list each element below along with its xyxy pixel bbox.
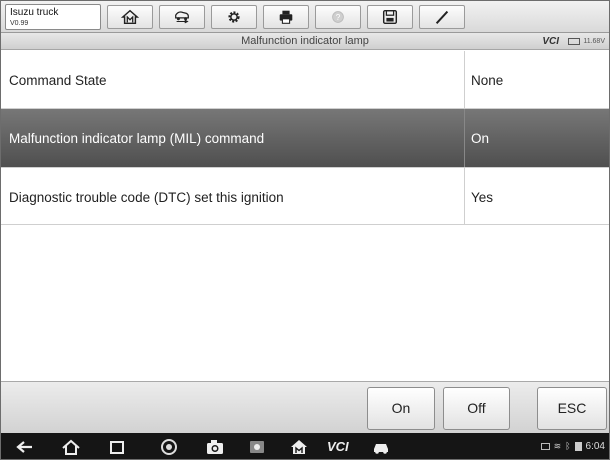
car-icon <box>374 444 388 454</box>
pen-icon <box>435 10 449 24</box>
printer-icon <box>279 10 293 24</box>
row-value: None <box>464 51 609 108</box>
vehicle-version: V0.99 <box>10 20 29 27</box>
vci-nav-button[interactable]: VCI <box>327 437 357 457</box>
battery-icon <box>574 442 582 451</box>
home-button[interactable] <box>107 5 153 29</box>
off-button[interactable]: Off <box>443 387 510 430</box>
home-nav-button[interactable] <box>61 437 81 457</box>
back-icon <box>16 441 32 453</box>
home-icon <box>121 9 139 25</box>
android-home-icon <box>62 439 80 455</box>
save-icon <box>382 9 398 25</box>
battery-indicator: 11.68V <box>568 33 605 50</box>
on-button[interactable]: On <box>367 387 435 430</box>
vehicle-name: Isuzu truck <box>10 7 59 18</box>
vehicle-info: Isuzu truck V0.99 <box>5 4 101 30</box>
table-row[interactable]: Command State None <box>1 51 609 109</box>
gear-icon <box>228 11 240 23</box>
table-row[interactable]: Malfunction indicator lamp (MIL) command… <box>1 109 609 168</box>
help-icon: ? <box>332 11 344 23</box>
esc-button[interactable]: ESC <box>537 387 607 430</box>
remote-desk-button[interactable] <box>371 437 391 457</box>
clock: 6:04 <box>585 441 605 452</box>
table-row[interactable]: Diagnostic trouble code (DTC) set this i… <box>1 168 609 225</box>
page-title: Malfunction indicator lamp <box>241 35 369 47</box>
brightness-icon <box>250 441 264 453</box>
system-nav-bar: VCI ≋ ᛒ 6:04 <box>1 433 609 459</box>
row-name: Malfunction indicator lamp (MIL) command <box>9 131 265 146</box>
camera-button[interactable] <box>205 437 225 457</box>
bluetooth-icon: ᛒ <box>565 441 571 451</box>
print-button[interactable] <box>263 5 309 29</box>
recents-button[interactable] <box>107 437 127 457</box>
car-swap-icon <box>175 11 189 24</box>
notification-icon <box>540 443 550 450</box>
svg-text:?: ? <box>336 13 341 22</box>
battery-icon <box>568 38 581 45</box>
back-button[interactable] <box>15 437 35 457</box>
annotate-button[interactable] <box>419 5 465 29</box>
command-table: Command State None Malfunction indicator… <box>1 51 609 225</box>
home-icon <box>291 440 307 454</box>
app-window: Isuzu truck V0.99 ? Malfunction indicato… <box>0 0 610 460</box>
browser-button[interactable] <box>159 437 179 457</box>
help-button[interactable]: ? <box>315 5 361 29</box>
function-bar: On Off ESC <box>1 381 609 433</box>
row-name: Diagnostic trouble code (DTC) set this i… <box>9 190 284 205</box>
display-button[interactable] <box>247 437 267 457</box>
camera-icon <box>207 440 223 454</box>
page-title-bar: Malfunction indicator lamp VCI 11.68V <box>1 33 609 50</box>
browser-icon <box>161 439 177 455</box>
wifi-icon: ≋ <box>553 441 562 451</box>
battery-voltage: 11.68V <box>583 38 605 45</box>
save-button[interactable] <box>367 5 413 29</box>
top-toolbar: Isuzu truck V0.99 ? <box>1 1 609 33</box>
row-value: On <box>464 109 609 167</box>
vehicle-swap-button[interactable] <box>159 5 205 29</box>
row-value: Yes <box>464 168 609 224</box>
row-name: Command State <box>9 73 107 88</box>
vci-indicator: VCI <box>542 36 559 47</box>
settings-button[interactable] <box>211 5 257 29</box>
recent-apps-icon <box>110 441 124 454</box>
status-tray: ≋ ᛒ 6:04 <box>540 433 605 459</box>
maxisys-home-button[interactable] <box>289 437 309 457</box>
